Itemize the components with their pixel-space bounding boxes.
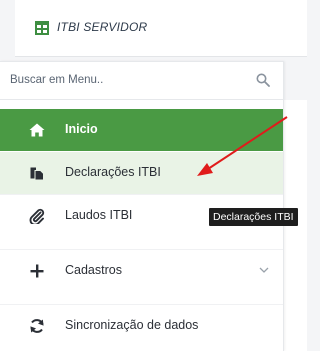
sync-icon [30, 319, 44, 333]
table-icon [35, 21, 49, 35]
chevron-down-icon[interactable] [259, 266, 269, 274]
sidebar-item-label: Cadastros [65, 263, 122, 277]
menu-search[interactable]: Buscar em Menu.. [0, 61, 283, 100]
copy-icon [30, 167, 44, 181]
sidebar-item-declaracoes-itbi[interactable]: Declarações ITBI [0, 152, 283, 194]
sidebar-item-cadastros[interactable]: Cadastros [0, 249, 283, 291]
sidebar-item-label: Laudos ITBI [65, 208, 133, 222]
sidebar-item-label: Inicio [65, 122, 98, 136]
sidebar: Buscar em Menu.. Inicio Declarações ITBI… [0, 61, 284, 351]
sidebar-item-sincronizacao[interactable]: Sincronização de dados [0, 304, 283, 346]
home-icon [29, 123, 45, 137]
paperclip-icon [29, 208, 45, 224]
search-icon[interactable] [256, 73, 270, 87]
sidebar-item-label: Sincronização de dados [65, 318, 199, 332]
sidebar-item-inicio[interactable]: Inicio [0, 109, 283, 151]
app-title: ITBI SERVIDOR [57, 20, 148, 34]
search-input[interactable]: Buscar em Menu.. [10, 74, 103, 86]
app-header: ITBI SERVIDOR [15, 0, 307, 57]
plus-icon [30, 264, 44, 278]
sidebar-item-label: Declarações ITBI [65, 165, 161, 179]
tooltip: Declarações ITBI [209, 208, 298, 226]
